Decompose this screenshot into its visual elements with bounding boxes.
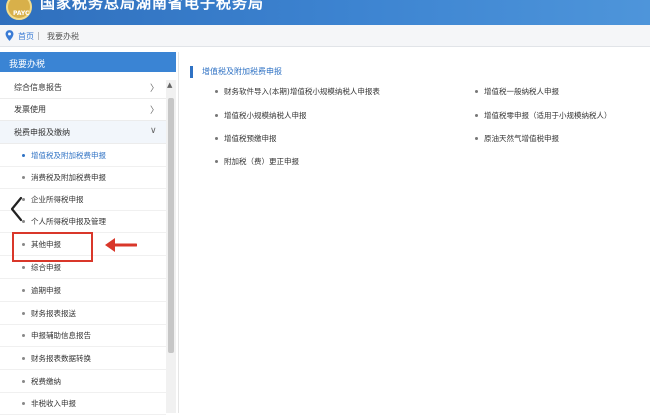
sidebar-item-invoice[interactable]: 发票使用 〉 — [0, 98, 166, 121]
bullet-icon — [22, 266, 25, 269]
sidebar-header: 我要办税 — [0, 52, 176, 72]
sidebar-subitem-personal-income-tax[interactable]: 个人所得税申报及管理 — [0, 210, 166, 233]
bullet-icon — [22, 243, 25, 246]
top-banner: PAYC 国家税务总局湖南省电子税务局 — [0, 0, 650, 25]
tax-logo-icon: PAYC — [6, 0, 32, 20]
location-pin-icon — [5, 30, 14, 41]
link-label: 增值税一般纳税人申报 — [484, 87, 559, 96]
sidebar-subitem-auxiliary-info[interactable]: 申报辅助信息报告 — [0, 324, 166, 347]
link-prepayment[interactable]: 增值税预缴申报 — [215, 133, 277, 144]
sidebar-subitem-label: 非税收入申报 — [31, 399, 76, 408]
scrollbar-thumb[interactable] — [168, 98, 174, 353]
bullet-icon — [475, 113, 478, 117]
section-title: 增值税及附加税费申报 — [190, 66, 282, 78]
bullet-icon — [215, 113, 218, 117]
breadcrumb-home-link[interactable]: 首页 — [18, 31, 34, 42]
bullet-icon — [22, 312, 25, 315]
link-software-import[interactable]: 财务软件导入(本期)增值税小规模纳税人申报表 — [215, 86, 380, 97]
sidebar-item-label: 综合信息报告 — [14, 83, 62, 92]
link-label: 增值税零申报（适用于小规模纳税人） — [484, 111, 612, 120]
bullet-icon — [22, 402, 25, 405]
bullet-icon — [215, 136, 218, 140]
back-arrow-icon[interactable] — [8, 195, 24, 223]
link-label: 增值税小规模纳税人申报 — [224, 111, 307, 120]
chevron-down-icon: ∨ — [150, 126, 157, 136]
chevron-right-icon: 〉 — [150, 106, 160, 116]
link-label: 财务软件导入(本期)增值税小规模纳税人申报表 — [224, 87, 380, 96]
sidebar-subitem-label: 企业所得税申报 — [31, 195, 84, 204]
sidebar-scrollbar[interactable]: ▲ — [166, 80, 176, 413]
link-general-taxpayer[interactable]: 增值税一般纳税人申报 — [475, 86, 559, 97]
sidebar-subitem-other-declaration[interactable]: 其他申报 — [0, 233, 166, 256]
sidebar-title: 我要办税 — [9, 60, 46, 70]
sidebar-subitem-label: 综合申报 — [31, 263, 61, 272]
sidebar-item-report[interactable]: 综合信息报告 〉 — [0, 76, 166, 99]
sidebar-subitem-label: 申报辅助信息报告 — [31, 331, 91, 340]
bullet-icon — [22, 357, 25, 360]
sidebar-subitem-overdue[interactable]: 逾期申报 — [0, 279, 166, 302]
sidebar-subitem-non-tax-income[interactable]: 非税收入申报 — [0, 392, 166, 415]
bullet-icon — [22, 176, 25, 179]
link-oil-gas[interactable]: 原油天然气增值税申报 — [475, 133, 559, 144]
sidebar-subitem-data-conversion[interactable]: 财务报表数据转换 — [0, 347, 166, 370]
sidebar-subitem-vat[interactable]: 增值税及附加税费申报 — [0, 144, 166, 167]
link-label: 原油天然气增值税申报 — [484, 134, 559, 143]
bullet-icon — [22, 380, 25, 383]
breadcrumb-separator: | — [37, 31, 40, 40]
sidebar-subitem-consumption-tax[interactable]: 消费税及附加税费申报 — [0, 166, 166, 189]
bullet-icon — [215, 89, 218, 93]
sidebar-subitem-label: 增值税及附加税费申报 — [31, 151, 106, 160]
sidebar-subitem-tax-payment[interactable]: 税费缴纳 — [0, 370, 166, 393]
bullet-icon — [475, 136, 478, 140]
sidebar-subitem-financial-report[interactable]: 财务报表报送 — [0, 302, 166, 325]
sidebar-subitem-label: 其他申报 — [31, 240, 61, 249]
breadcrumb-current: 我要办税 — [47, 32, 79, 41]
bullet-icon — [215, 159, 218, 163]
bullet-icon — [22, 154, 25, 157]
sidebar-item-label: 税费申报及缴纳 — [14, 128, 70, 137]
scroll-up-icon[interactable]: ▲ — [167, 81, 172, 89]
sidebar-subitem-label: 财务报表数据转换 — [31, 354, 91, 363]
sidebar-item-label: 发票使用 — [14, 105, 46, 114]
bullet-icon — [22, 289, 25, 292]
link-surcharge-correction[interactable]: 附加税（费）更正申报 — [215, 156, 299, 167]
logo-text: PAYC — [13, 10, 30, 17]
bullet-icon — [22, 334, 25, 337]
sidebar-subitem-label: 税费缴纳 — [31, 377, 61, 386]
link-zero-declaration[interactable]: 增值税零申报（适用于小规模纳税人） — [475, 110, 612, 121]
sidebar-subitem-comprehensive[interactable]: 综合申报 — [0, 256, 166, 279]
sidebar-item-tax-declaration[interactable]: 税费申报及缴纳 ∨ — [0, 121, 166, 144]
sidebar-subitem-label: 消费税及附加税费申报 — [31, 173, 106, 182]
bullet-icon — [475, 89, 478, 93]
sidebar-subitem-label: 财务报表报送 — [31, 309, 76, 318]
main-content: 增值税及附加税费申报 财务软件导入(本期)增值税小规模纳税人申报表 增值税一般纳… — [190, 52, 640, 402]
sidebar-subitem-label: 逾期申报 — [31, 286, 61, 295]
sidebar-subitem-label: 个人所得税申报及管理 — [31, 217, 106, 226]
link-small-scale-taxpayer[interactable]: 增值税小规模纳税人申报 — [215, 110, 307, 121]
chevron-right-icon: 〉 — [150, 84, 160, 94]
sidebar-subitem-corporate-income-tax[interactable]: 企业所得税申报 — [0, 188, 166, 211]
site-title: 国家税务总局湖南省电子税务局 — [40, 0, 265, 12]
sidebar: 我要办税 综合信息报告 〉 发票使用 〉 税费申报及缴纳 ∨ 增值税及附加税费申… — [0, 52, 179, 415]
link-label: 附加税（费）更正申报 — [224, 157, 299, 166]
breadcrumb: 首页 | 我要办税 — [0, 25, 650, 47]
link-label: 增值税预缴申报 — [224, 134, 277, 143]
